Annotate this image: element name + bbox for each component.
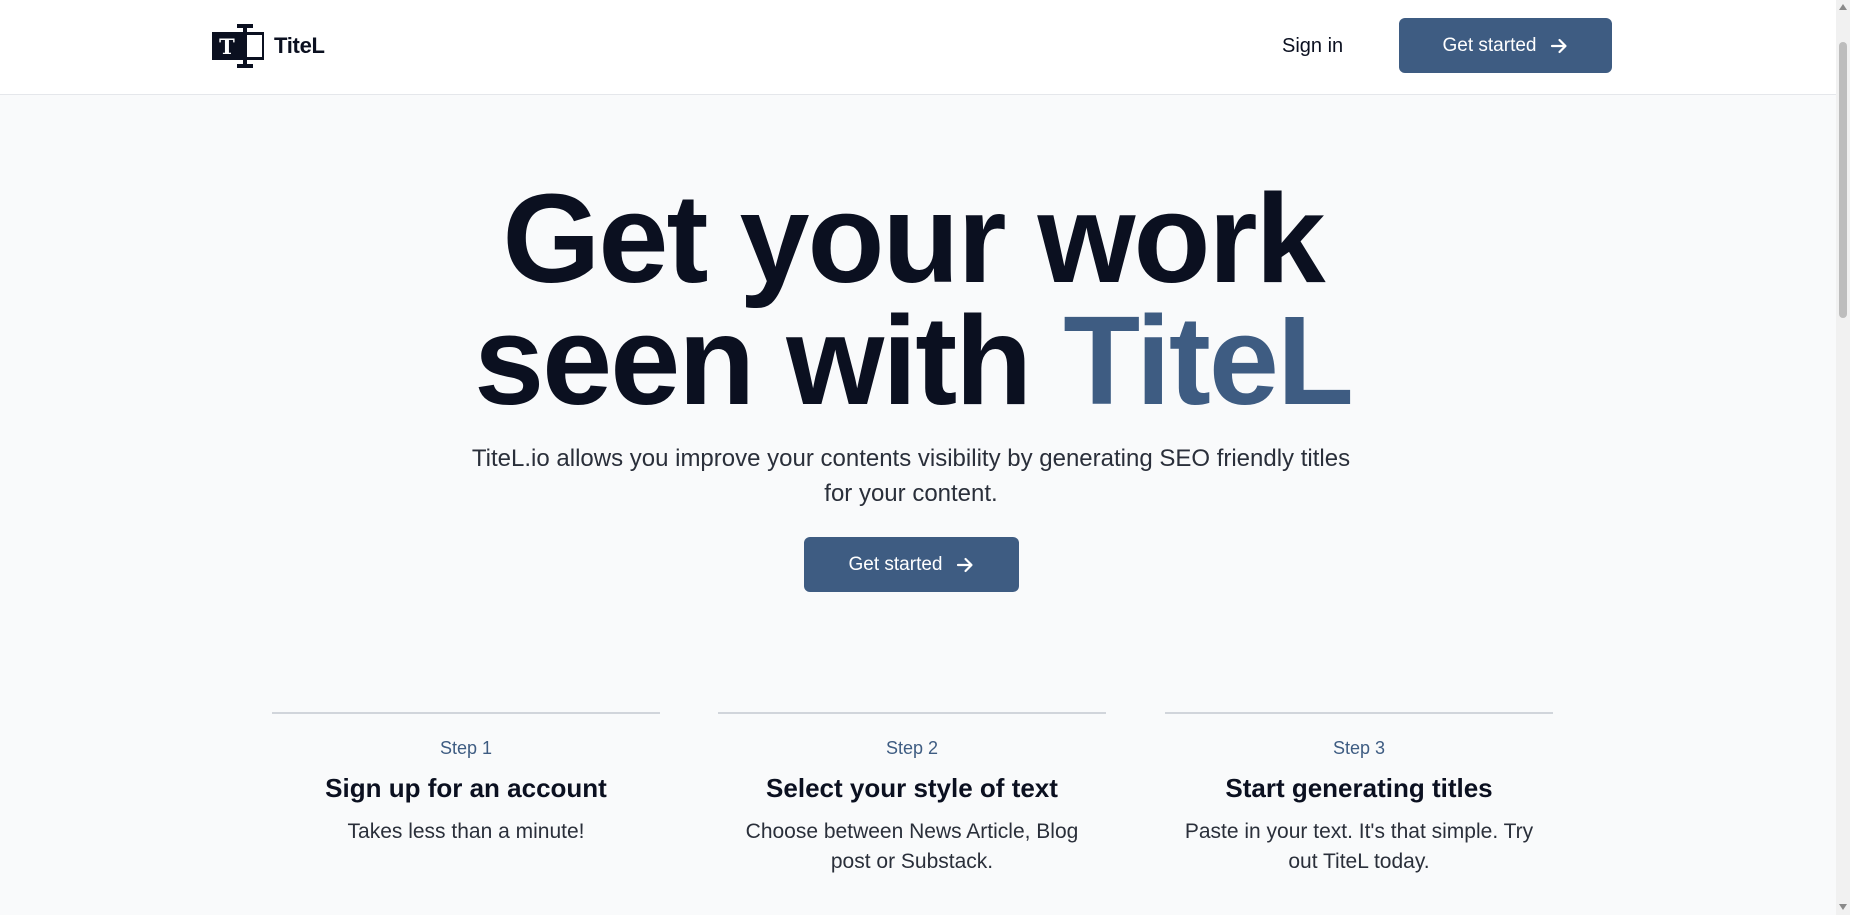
step-title: Start generating titles <box>1225 773 1493 803</box>
arrow-right-icon <box>1550 38 1567 53</box>
step-label: Step 3 <box>1332 738 1386 758</box>
svg-text:T: T <box>219 34 235 59</box>
step-label: Step 2 <box>885 738 939 758</box>
headline-line-2-prefix: seen with <box>474 290 1064 431</box>
step-title: Sign up for an account <box>325 773 607 803</box>
step-description: Paste in your text. It's that simple. Tr… <box>1184 820 1534 873</box>
header-get-started-label: Get started <box>1442 34 1537 56</box>
scroll-up-arrow-icon[interactable] <box>1836 0 1850 14</box>
header-get-started-button[interactable]: Get started <box>1399 18 1612 73</box>
hero-get-started-label: Get started <box>848 553 943 575</box>
step-description: Takes less than a minute! <box>347 820 585 843</box>
vertical-scrollbar[interactable] <box>1836 0 1850 915</box>
top-nav: T TiteL Sign in Get started <box>0 0 1836 95</box>
arrow-right-icon <box>956 557 973 572</box>
scroll-thumb[interactable] <box>1839 42 1847 318</box>
headline-brand-accent: TiteL <box>1063 290 1354 431</box>
brand-logo[interactable]: T TiteL <box>212 24 325 68</box>
headline-line-1: Get your work <box>502 168 1325 309</box>
step-description: Choose between News Article, Blog post o… <box>745 820 1079 873</box>
step-label: Step 1 <box>439 738 493 758</box>
scroll-down-arrow-icon[interactable] <box>1836 900 1850 914</box>
step-card: Step 1 Sign up for an account Takes less… <box>272 712 660 847</box>
sign-in-link[interactable]: Sign in <box>1270 28 1355 64</box>
step-card: Step 2 Select your style of text Choose … <box>718 712 1106 877</box>
hero-subtext: TiteL.io allows you improve your content… <box>471 445 1351 507</box>
landing-page: T TiteL Sign in Get started Get your wor… <box>0 0 1850 915</box>
hero-get-started-button[interactable]: Get started <box>804 537 1019 592</box>
text-cursor-logo-icon: T <box>212 24 264 68</box>
step-card: Step 3 Start generating titles Paste in … <box>1165 712 1553 877</box>
hero-headline: Get your work seen with TiteL <box>0 176 1826 424</box>
step-title: Select your style of text <box>766 773 1058 803</box>
brand-name: TiteL <box>274 33 325 58</box>
